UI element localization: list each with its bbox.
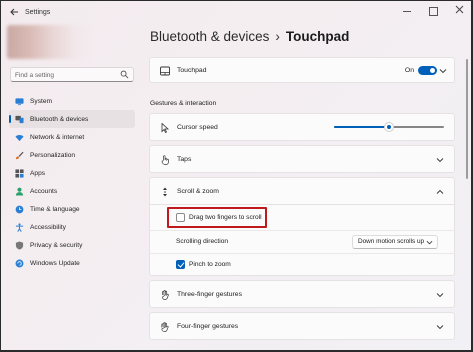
pinch-to-zoom-checkbox[interactable] bbox=[176, 260, 185, 269]
breadcrumb-separator: › bbox=[275, 29, 280, 44]
sidebar-item-time-language[interactable]: Time & language bbox=[9, 200, 135, 218]
page-title: Touchpad bbox=[285, 29, 350, 44]
pinch-to-zoom-label[interactable]: Pinch to zoom bbox=[189, 261, 231, 268]
sidebar-item-accounts[interactable]: Accounts bbox=[9, 182, 135, 200]
update-icon bbox=[15, 259, 24, 268]
cursor-speed-slider[interactable] bbox=[334, 122, 444, 132]
touchpad-toggle[interactable] bbox=[418, 66, 437, 75]
chevron-down-icon bbox=[436, 293, 444, 298]
apps-icon bbox=[15, 168, 24, 178]
breadcrumb: Bluetooth & devices › Touchpad bbox=[150, 29, 349, 44]
sidebar-nav: System Bluetooth & devices Network & int… bbox=[9, 92, 135, 272]
cursor-speed-label: Cursor speed bbox=[177, 124, 218, 131]
back-arrow-icon bbox=[10, 8, 18, 16]
wifi-icon bbox=[15, 133, 24, 142]
chevron-down-icon bbox=[426, 240, 433, 245]
sidebar-item-label: Accessibility bbox=[30, 223, 66, 231]
sidebar-item-network[interactable]: Network & internet bbox=[9, 128, 135, 146]
breadcrumb-parent[interactable]: Bluetooth & devices bbox=[150, 29, 269, 44]
scroll-zoom-label: Scroll & zoom bbox=[177, 188, 219, 195]
sidebar-item-apps[interactable]: Apps bbox=[9, 164, 135, 182]
sidebar-item-label: Windows Update bbox=[30, 259, 80, 267]
person-icon bbox=[15, 187, 24, 196]
chevron-down-icon bbox=[436, 325, 444, 330]
app-title: Settings bbox=[25, 9, 51, 16]
scroll-zoom-header[interactable]: Scroll & zoom bbox=[149, 177, 455, 205]
sidebar-item-label: Accounts bbox=[30, 187, 58, 195]
chevron-up-icon bbox=[436, 189, 444, 194]
tap-hand-icon bbox=[161, 155, 169, 165]
taps-label: Taps bbox=[177, 156, 192, 163]
sidebar-item-label: Network & internet bbox=[30, 133, 85, 141]
four-finger-card[interactable]: Four-finger gestures bbox=[149, 312, 455, 340]
search-box[interactable] bbox=[10, 67, 134, 82]
four-finger-label: Four-finger gestures bbox=[177, 323, 239, 330]
cursor-speed-slider-thumb[interactable] bbox=[384, 122, 394, 132]
bluetooth-devices-icon bbox=[15, 115, 24, 124]
scrolling-direction-select[interactable]: Down motion scrolls up bbox=[352, 235, 438, 249]
title-bar: Settings bbox=[1, 1, 471, 27]
gestures-heading: Gestures & interaction bbox=[150, 100, 217, 107]
sidebar-item-label: Privacy & security bbox=[30, 241, 83, 249]
shield-icon bbox=[15, 240, 24, 250]
sidebar-item-label: Apps bbox=[30, 169, 46, 177]
close-icon bbox=[455, 5, 463, 14]
sidebar-item-label: Personalization bbox=[30, 151, 76, 159]
highlight-box bbox=[167, 207, 267, 228]
three-finger-card[interactable]: Three-finger gestures bbox=[149, 280, 455, 308]
search-icon[interactable] bbox=[120, 70, 129, 79]
globe-clock-icon bbox=[15, 205, 24, 214]
settings-window: Settings System Bluetooth & devices Netw… bbox=[0, 0, 473, 352]
sidebar-item-bluetooth-devices[interactable]: Bluetooth & devices bbox=[9, 110, 135, 128]
four-finger-hand-icon bbox=[161, 322, 169, 332]
touchpad-icon bbox=[160, 66, 170, 76]
cursor-icon bbox=[161, 123, 170, 133]
scroll-arrows-icon bbox=[163, 187, 167, 197]
close-button[interactable] bbox=[453, 5, 465, 17]
monitor-icon bbox=[15, 97, 24, 106]
maximize-button[interactable] bbox=[427, 5, 439, 17]
brush-icon bbox=[15, 151, 24, 160]
scrolling-direction-value: Down motion scrolls up bbox=[358, 238, 425, 245]
touchpad-card: Touchpad On bbox=[149, 57, 455, 83]
sidebar-item-label: System bbox=[30, 97, 52, 105]
sidebar-item-privacy-security[interactable]: Privacy & security bbox=[9, 236, 135, 254]
back-button[interactable] bbox=[7, 7, 21, 21]
cursor-speed-slider-fill bbox=[334, 126, 389, 128]
taps-card[interactable]: Taps bbox=[149, 145, 455, 173]
chevron-down-icon[interactable] bbox=[439, 67, 447, 75]
minimize-button[interactable] bbox=[401, 5, 413, 17]
scrollbar[interactable] bbox=[466, 59, 468, 179]
three-finger-label: Three-finger gestures bbox=[177, 291, 242, 298]
avatar[interactable] bbox=[7, 25, 91, 59]
three-finger-hand-icon bbox=[162, 290, 169, 300]
sidebar-item-windows-update[interactable]: Windows Update bbox=[9, 254, 135, 272]
scrolling-direction-label: Scrolling direction bbox=[176, 238, 229, 245]
accessibility-icon bbox=[15, 222, 24, 232]
search-input[interactable] bbox=[15, 69, 115, 81]
touchpad-toggle-state: On bbox=[404, 67, 414, 74]
sidebar-item-accessibility[interactable]: Accessibility bbox=[9, 218, 135, 236]
sidebar-item-label: Bluetooth & devices bbox=[30, 115, 89, 123]
window-controls bbox=[401, 5, 465, 17]
chevron-down-icon bbox=[436, 158, 444, 163]
sidebar-item-system[interactable]: System bbox=[9, 92, 135, 110]
sidebar-item-personalization[interactable]: Personalization bbox=[9, 146, 135, 164]
sidebar-item-label: Time & language bbox=[30, 205, 80, 213]
touchpad-label: Touchpad bbox=[177, 67, 207, 74]
